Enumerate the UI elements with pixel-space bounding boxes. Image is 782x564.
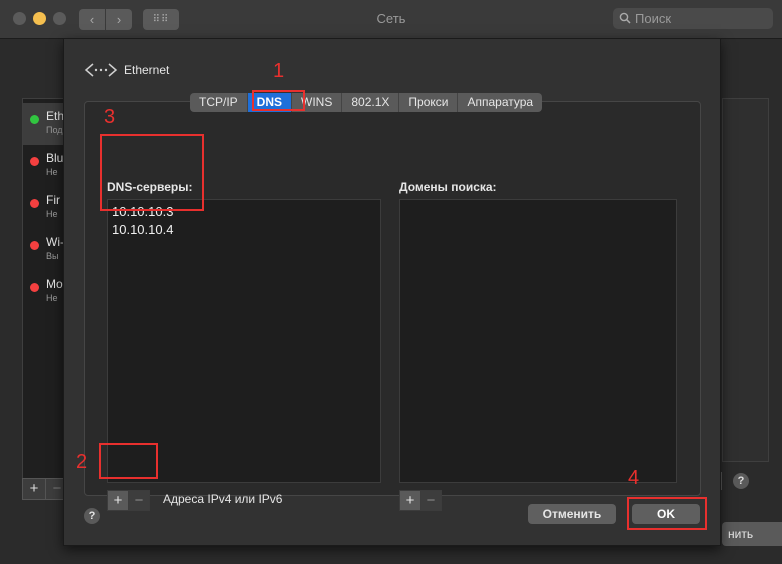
dns-server-item[interactable]: 10.10.10.4 <box>112 222 173 237</box>
help-button[interactable]: ? <box>84 508 100 524</box>
add-service-button[interactable]: + <box>22 478 46 500</box>
network-name: Fir <box>46 193 60 207</box>
search-domains-list[interactable] <box>399 199 677 483</box>
network-name: Wi- <box>46 235 64 249</box>
dns-content-panel: DNS-серверы: 10.10.10.3 10.10.10.4 + − А… <box>84 101 701 511</box>
window-titlebar: ‹ › ⠿⠿ Сеть Поиск <box>0 0 782 39</box>
status-dot <box>30 241 39 250</box>
annotation-number-4: 4 <box>628 467 640 489</box>
tab-dns[interactable]: DNS <box>247 93 293 112</box>
network-status: Вы <box>46 251 59 261</box>
dns-server-item[interactable]: 10.10.10.3 <box>112 204 173 219</box>
dns-servers-label: DNS-серверы: <box>107 180 193 194</box>
interface-name: Ethernet <box>124 63 170 77</box>
tab-proxies[interactable]: Прокси <box>399 93 459 112</box>
remove-dns-server-button[interactable]: − <box>128 490 150 511</box>
apply-button[interactable]: нить <box>722 522 782 546</box>
annotation-number-1: 1 <box>273 60 285 82</box>
network-status: Не <box>46 209 58 219</box>
add-search-domain-button[interactable]: + <box>399 490 421 511</box>
network-status: Не <box>46 293 58 303</box>
ok-button[interactable]: OK <box>632 504 700 524</box>
ethernet-icon <box>84 63 118 77</box>
status-dot <box>30 115 39 124</box>
network-name: Mo <box>46 277 63 291</box>
background-help-button[interactable]: ? <box>733 473 749 489</box>
dns-settings-sheet: Ethernet TCP/IP DNS WINS 802.1X Прокси А… <box>63 38 721 546</box>
network-detail-panel <box>722 98 769 462</box>
address-hint: Адреса IPv4 или IPv6 <box>163 492 283 506</box>
tab-wins[interactable]: WINS <box>292 93 343 112</box>
annotation-number-3: 3 <box>104 106 116 128</box>
network-name: Eth <box>46 109 65 123</box>
network-status: Не <box>46 167 58 177</box>
settings-tabs: TCP/IP DNS WINS 802.1X Прокси Аппаратура <box>190 93 543 112</box>
search-domains-label: Домены поиска: <box>399 180 497 194</box>
network-name: Blu <box>46 151 64 165</box>
status-dot <box>30 157 39 166</box>
tab-tcpip[interactable]: TCP/IP <box>190 93 248 112</box>
add-dns-server-button[interactable]: + <box>107 490 129 511</box>
search-placeholder: Поиск <box>635 11 672 26</box>
apply-button-label: нить <box>728 527 754 541</box>
remove-search-domain-button[interactable]: − <box>420 490 442 511</box>
tab-hardware[interactable]: Аппаратура <box>458 93 542 112</box>
status-dot <box>30 199 39 208</box>
network-status: Под <box>46 125 63 135</box>
cancel-button[interactable]: Отменить <box>528 504 616 524</box>
annotation-number-2: 2 <box>76 451 88 473</box>
dns-servers-list[interactable]: 10.10.10.3 10.10.10.4 <box>107 199 381 483</box>
search-icon <box>619 8 631 31</box>
search-field[interactable]: Поиск <box>613 8 773 29</box>
status-dot <box>30 283 39 292</box>
tab-8021x[interactable]: 802.1X <box>342 93 400 112</box>
